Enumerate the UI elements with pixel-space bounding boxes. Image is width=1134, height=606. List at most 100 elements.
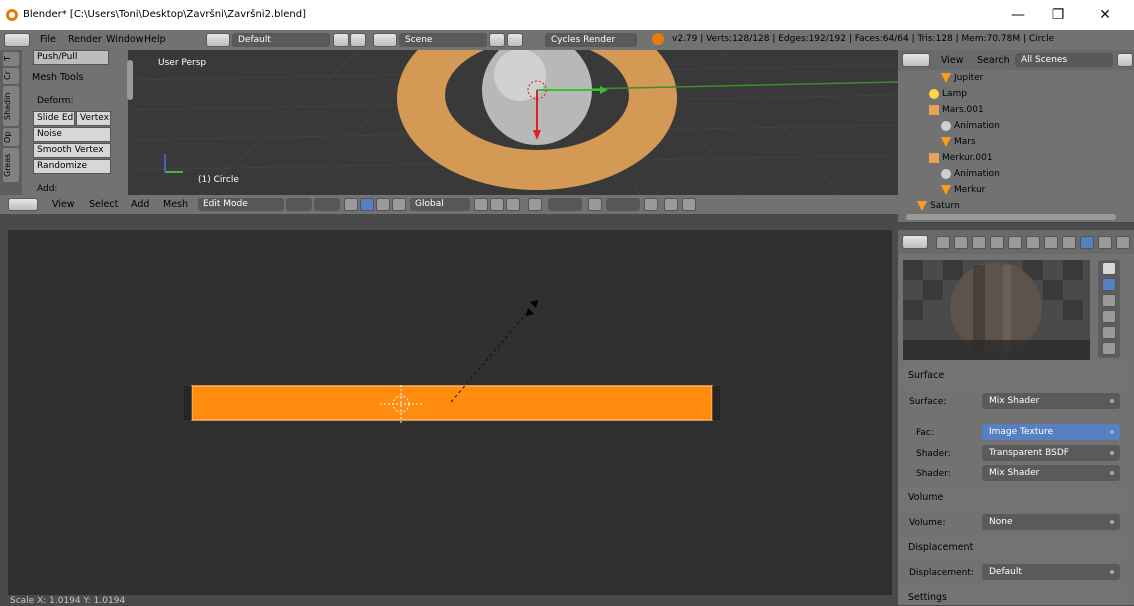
outliner-row[interactable]: Mars [898,135,1134,151]
modifiers-context-icon[interactable] [1044,236,1058,249]
vertex-select-icon[interactable] [474,198,488,211]
editor-type-properties-icon[interactable] [902,235,928,249]
smooth-vertex-button[interactable]: Smooth Vertex [33,143,111,158]
preview-sphere-icon[interactable] [1102,278,1116,291]
menu-help[interactable]: Help [144,34,166,45]
menu-file[interactable]: File [40,34,56,45]
tab-shading[interactable]: Shadin [3,86,19,126]
preview-hair-icon[interactable] [1102,326,1116,339]
tab-tools[interactable]: T [3,52,19,66]
remove-scene-icon[interactable] [507,33,523,47]
face-select-icon[interactable] [506,198,520,211]
add-layout-icon[interactable] [333,33,349,47]
menu-mesh[interactable]: Mesh [163,199,188,210]
editor-type-3d-icon[interactable] [8,198,38,211]
animation-icon [941,169,951,179]
randomize-button[interactable]: Randomize [33,159,111,174]
texture-context-icon[interactable] [1098,236,1112,249]
settings-panel-header[interactable]: Settings [900,588,1128,605]
particles-context-icon[interactable] [1116,236,1130,249]
manipulator-toggle-icon[interactable] [344,198,358,211]
preview-plane-icon[interactable] [1102,262,1116,275]
outliner-row[interactable]: Mars.001 [898,103,1134,119]
material-context-icon[interactable] [1080,236,1094,249]
surface-shader-selector[interactable]: Mix Shader [982,393,1120,409]
push-pull-button[interactable]: Push/Pull [33,50,109,65]
edge-select-icon[interactable] [490,198,504,211]
mode-selector[interactable]: Edit Mode [198,198,284,211]
editor-type-info-icon[interactable] [4,33,30,47]
editor-type-outliner-icon[interactable] [902,53,930,67]
proportional-edit-icon[interactable] [548,198,582,211]
world-context-icon[interactable] [990,236,1004,249]
snap-element-icon[interactable] [606,198,640,211]
tool-shelf-scrollbar[interactable] [127,60,133,100]
limit-selection-icon[interactable] [528,198,542,211]
mesh-tools-panel-title[interactable]: Mesh Tools [32,72,83,83]
translate-manipulator-icon[interactable] [360,198,374,211]
3d-viewport-bottom[interactable] [8,230,892,595]
menu-window[interactable]: Window [106,34,143,45]
outliner-row[interactable]: Jupiter [898,71,1134,87]
close-button[interactable]: ✕ [1090,5,1120,25]
outliner-scrollbar[interactable] [906,214,1116,220]
tab-options[interactable]: Op [3,128,19,146]
snap-toggle-icon[interactable] [588,198,602,211]
outliner-row[interactable]: Lamp [898,87,1134,103]
render-animation-icon[interactable] [682,198,696,211]
minimize-button[interactable]: — [1003,5,1033,25]
rotate-manipulator-icon[interactable] [376,198,390,211]
render-icon[interactable] [664,198,678,211]
outliner-filter-selector[interactable]: All Scenes [1015,53,1113,67]
pivot-selector-icon[interactable] [314,198,340,211]
render-layers-context-icon[interactable] [954,236,968,249]
layout-selector[interactable]: Default [232,33,330,47]
preview-shape-selector [1098,260,1120,358]
fac-input-selector[interactable]: Image Texture [982,424,1120,440]
menu-view[interactable]: View [52,199,75,210]
menu-select[interactable]: Select [89,199,118,210]
outliner-row[interactable]: Animation [898,119,1134,135]
orientation-selector[interactable]: Global [410,198,470,211]
menu-render[interactable]: Render [68,34,102,45]
shader-1-selector[interactable]: Transparent BSDF [982,445,1120,461]
render-engine-selector[interactable]: Cycles Render [545,33,637,47]
noise-button[interactable]: Noise [33,127,111,142]
volume-panel-header[interactable]: Volume [900,488,1128,508]
maximize-button[interactable]: ❐ [1043,5,1073,25]
shader-2-selector[interactable]: Mix Shader [982,465,1120,481]
vertex-slide-button[interactable]: Vertex [76,111,111,126]
volume-shader-selector[interactable]: None [982,514,1120,530]
preview-monkey-icon[interactable] [1102,310,1116,323]
surface-panel-header[interactable]: Surface [900,366,1128,386]
layers-icon[interactable] [644,198,658,211]
object-context-icon[interactable] [1008,236,1022,249]
outliner-menu-search[interactable]: Search [977,55,1010,66]
outliner-row[interactable]: Merkur.001 [898,151,1134,167]
data-context-icon[interactable] [1062,236,1076,249]
preview-world-icon[interactable] [1102,342,1116,355]
scene-selector[interactable]: Scene [399,33,487,47]
outliner-row[interactable]: Saturn [898,199,1134,215]
outliner-row[interactable]: Animation [898,167,1134,183]
tab-grease-pencil[interactable]: Greas [3,148,19,182]
add-scene-icon[interactable] [489,33,505,47]
menu-add[interactable]: Add [131,199,149,210]
remove-layout-icon[interactable] [350,33,366,47]
scene-context-icon[interactable] [972,236,986,249]
render-context-icon[interactable] [936,236,950,249]
outliner-row[interactable]: Merkur [898,183,1134,199]
outliner-menu-view[interactable]: View [941,55,964,66]
slide-edge-button[interactable]: Slide Ed [33,111,75,126]
shading-selector-icon[interactable] [286,198,312,211]
outliner-search-icon[interactable] [1117,53,1133,67]
scale-manipulator-icon[interactable] [392,198,406,211]
displacement-selector[interactable]: Default [982,564,1120,580]
constraints-context-icon[interactable] [1026,236,1040,249]
scene-icon[interactable] [373,33,397,47]
layout-icon[interactable] [206,33,230,47]
preview-cube-icon[interactable] [1102,294,1116,307]
displacement-panel-header[interactable]: Displacement [900,538,1128,558]
tab-create[interactable]: Cr [3,68,19,84]
3d-viewport-top[interactable]: User Persp (1) Circle [0,50,898,195]
